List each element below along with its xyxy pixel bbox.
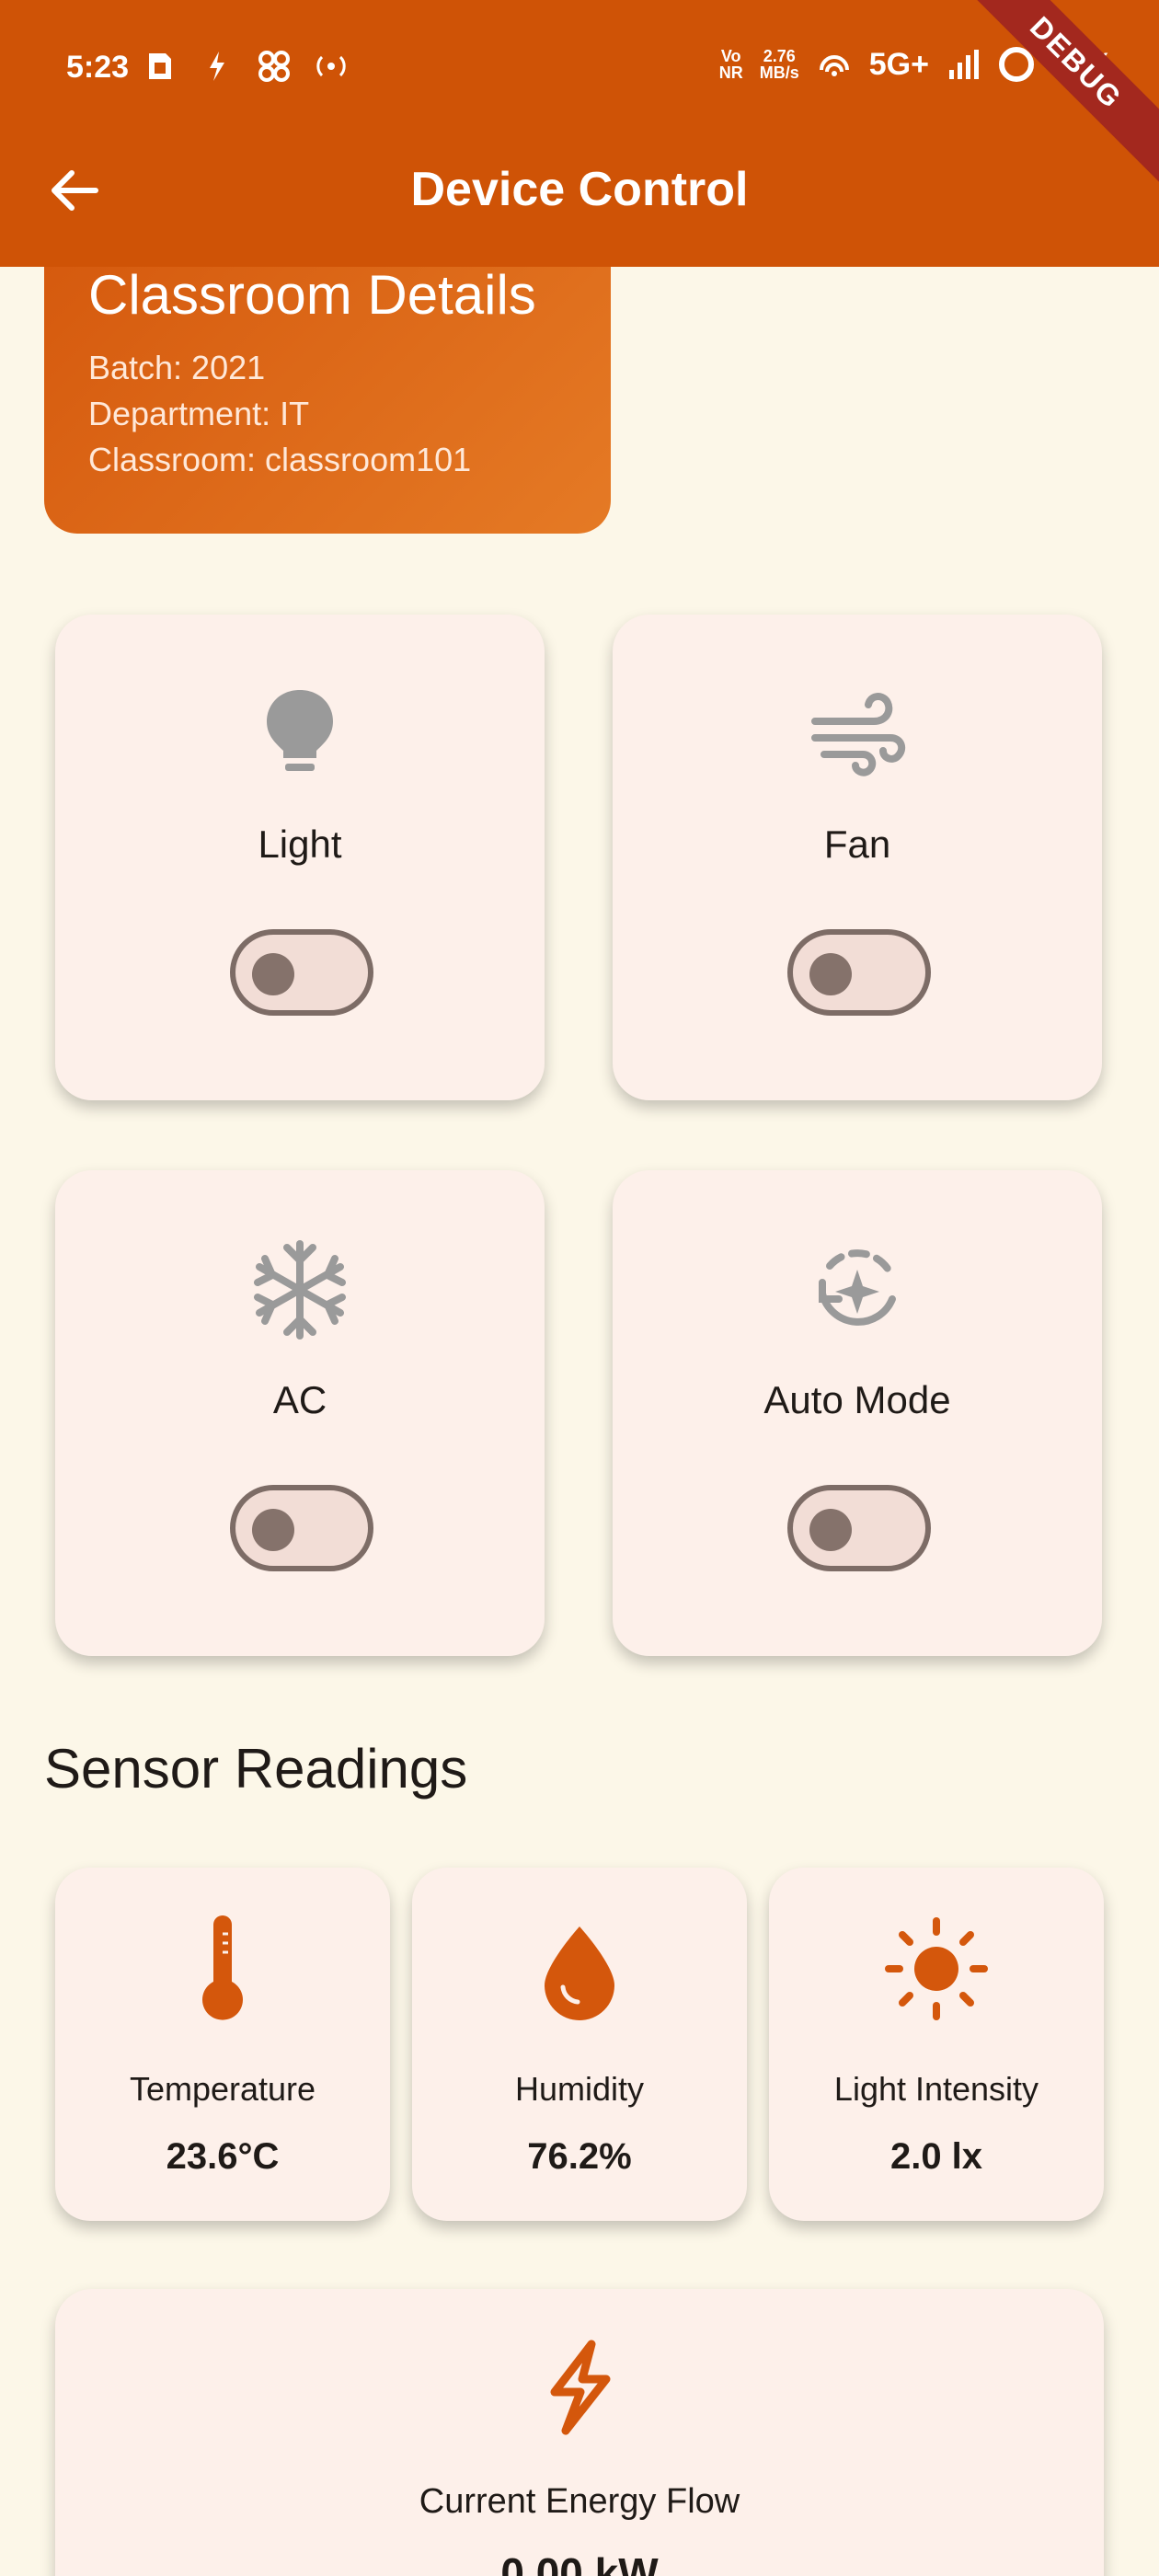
notification-icons: [142, 48, 350, 85]
toggle-knob: [809, 953, 852, 995]
status-bar: 5:23 Vo NR 2.76 MB/s 5G+: [0, 33, 1159, 107]
lightning-icon: [55, 2337, 1104, 2438]
device-card-fan: Fan: [613, 615, 1102, 1100]
sensor-value: 2.0 lx: [889, 2136, 983, 2177]
energy-value: 0.00 kW: [500, 2549, 659, 2576]
signal-icon: [946, 46, 982, 83]
classroom-text: Classroom: classroom101: [88, 441, 472, 478]
water-drop-icon: [412, 1914, 747, 2024]
device-label: Auto Mode: [763, 1378, 951, 1421]
ac-toggle[interactable]: [230, 1485, 373, 1571]
volte-top: Vo: [720, 47, 741, 65]
device-label: Fan: [823, 822, 891, 866]
volte-indicator: Vo NR: [719, 48, 743, 81]
department-text: Department: IT: [88, 395, 310, 432]
sensor-value: 23.6°C: [166, 2136, 280, 2177]
bolt-notification-icon: [199, 48, 235, 85]
toggle-knob: [252, 1509, 294, 1551]
light-toggle[interactable]: [230, 929, 373, 1016]
batch-text: Batch: 2021: [88, 349, 266, 386]
auto-mode-toggle[interactable]: [787, 1485, 931, 1571]
sensor-label: Light Intensity: [833, 2070, 1039, 2108]
speed-value: 2.76: [763, 47, 796, 65]
sensor-value: 76.2%: [527, 2136, 632, 2177]
network-type: 5G+: [868, 46, 929, 82]
wind-icon: [613, 679, 1102, 789]
speed-unit: MB/s: [759, 63, 799, 82]
fan-notification-icon: [256, 48, 293, 85]
sim-card-icon: [142, 48, 178, 85]
energy-label: Current Energy Flow: [419, 2482, 740, 2521]
network-speed: 2.76 MB/s: [760, 48, 799, 81]
sensor-label: Humidity: [514, 2070, 645, 2108]
hotspot-icon: [313, 48, 350, 85]
fan-toggle[interactable]: [787, 929, 931, 1016]
sensor-label: Temperature: [129, 2070, 316, 2108]
classroom-title: Classroom Details: [88, 264, 536, 326]
energy-flow-card: Current Energy Flow 0.00 kW: [55, 2289, 1104, 2576]
wifi-calling-icon: [816, 46, 853, 83]
device-label: AC: [272, 1378, 327, 1421]
sensor-card-light-intensity: Light Intensity 2.0 lx: [769, 1868, 1104, 2221]
sensor-card-temperature: Temperature 23.6°C: [55, 1868, 390, 2221]
device-card-light: Light: [55, 615, 545, 1100]
device-card-auto-mode: Auto Mode: [613, 1170, 1102, 1656]
app-bar: 5:23 Vo NR 2.76 MB/s 5G+ DEBUG Device Co…: [0, 0, 1159, 267]
sensor-readings-heading: Sensor Readings: [44, 1738, 468, 1800]
snowflake-icon: [55, 1235, 545, 1345]
device-card-ac: AC: [55, 1170, 545, 1656]
lightbulb-icon: [55, 679, 545, 789]
sun-icon: [769, 1914, 1104, 2024]
device-label: Light: [258, 822, 342, 866]
auto-mode-icon: [613, 1235, 1102, 1345]
thermometer-icon: [55, 1914, 390, 2024]
page-title: Device Control: [410, 163, 749, 216]
toggle-knob: [252, 953, 294, 995]
volte-bottom: NR: [718, 63, 743, 82]
sensor-card-humidity: Humidity 76.2%: [412, 1868, 747, 2221]
toggle-knob: [809, 1509, 852, 1551]
status-time: 5:23: [66, 50, 130, 85]
